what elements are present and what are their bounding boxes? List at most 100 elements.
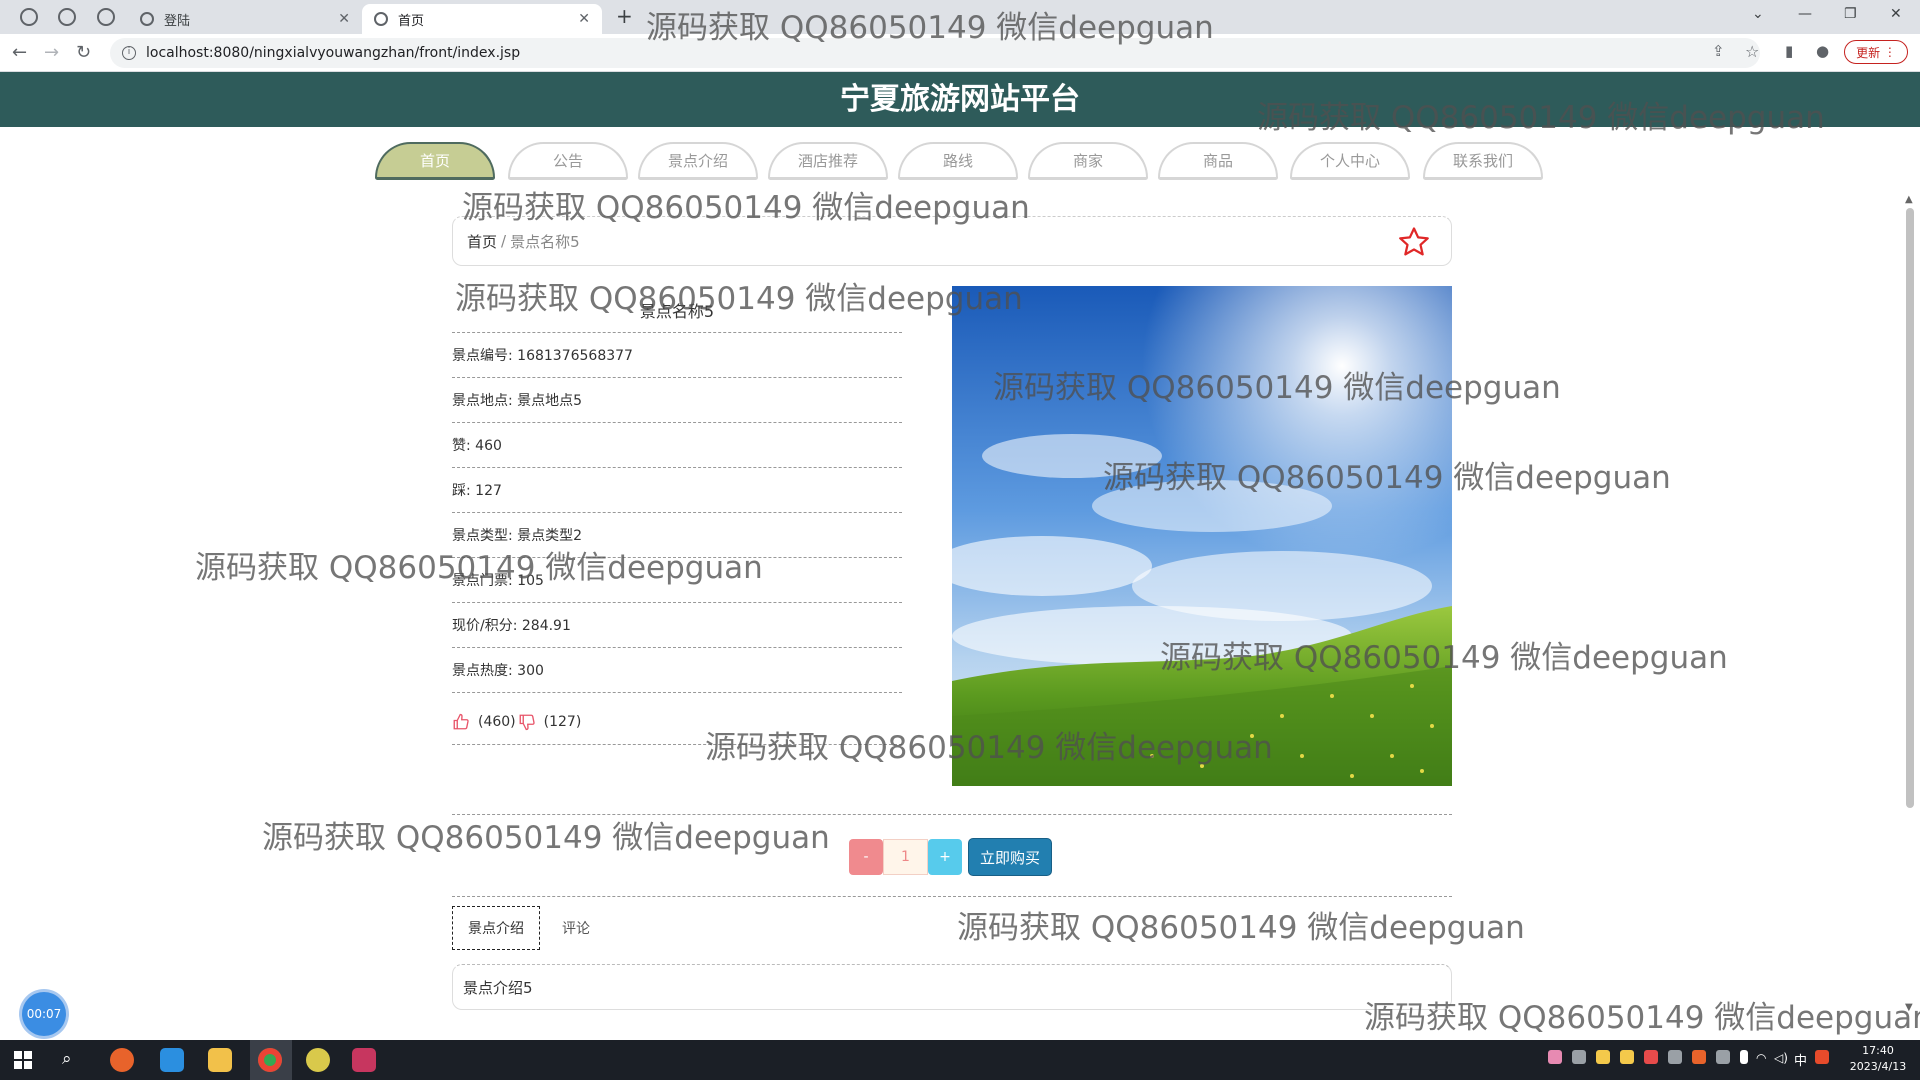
reload-icon[interactable]: ↻ xyxy=(76,42,91,63)
profile-icon[interactable]: ● xyxy=(1816,42,1829,60)
tab-title: 首页 xyxy=(398,13,425,29)
url-text: localhost:8080/ningxialvyouwangzhan/fron… xyxy=(146,45,521,61)
nav-routes[interactable]: 路线 xyxy=(898,142,1018,180)
buy-now-button[interactable]: 立即购买 xyxy=(968,838,1052,876)
info-likes: 赞: 460 xyxy=(452,423,902,468)
volume-icon[interactable]: ◁) xyxy=(1774,1051,1788,1065)
minimize-button[interactable]: — xyxy=(1798,6,1812,22)
info-current-price: 现价/积分: 284.91 xyxy=(452,603,902,648)
divider xyxy=(452,896,1452,897)
share-icon[interactable]: ⇪ xyxy=(1712,42,1725,60)
wifi-icon[interactable]: ◠ xyxy=(1756,1051,1766,1065)
thumbs-down-icon[interactable] xyxy=(518,713,536,731)
tray-icon[interactable] xyxy=(1692,1050,1706,1064)
quantity-controls: - 1 + 立即购买 xyxy=(849,838,1052,876)
chrome-icon[interactable] xyxy=(20,8,38,26)
info-icon[interactable]: i xyxy=(122,46,136,60)
tray-icon[interactable] xyxy=(1548,1050,1562,1064)
breadcrumb-separator: / xyxy=(501,232,507,250)
tab-search-icon[interactable]: ⌄ xyxy=(1752,6,1764,22)
decrease-quantity-button[interactable]: - xyxy=(849,839,883,875)
breadcrumb-home[interactable]: 首页 xyxy=(467,231,497,252)
shield-icon[interactable] xyxy=(1620,1050,1634,1064)
detail-tabs: 景点介绍 评论 xyxy=(452,906,612,950)
update-label: 更新 xyxy=(1856,45,1881,60)
divider xyxy=(452,814,1452,815)
info-dislikes: 踩: 127 xyxy=(452,468,902,513)
nav-personal-center[interactable]: 个人中心 xyxy=(1290,142,1410,180)
breadcrumb-current: 景点名称5 xyxy=(510,232,580,251)
browser-tab-home[interactable]: 首页 ✕ xyxy=(362,4,602,34)
windows-start-icon[interactable] xyxy=(14,1051,32,1069)
recording-timer[interactable]: 00:07 xyxy=(22,992,66,1036)
watermark-text: 源码获取 QQ86050149 微信deepguan xyxy=(262,820,830,856)
scroll-down-arrow[interactable]: ▼ xyxy=(1905,1002,1913,1013)
watermark-text: 源码获取 QQ86050149 微信deepguan xyxy=(957,910,1525,946)
vote-row: (460) (127) xyxy=(452,700,902,745)
battery-icon[interactable] xyxy=(1740,1050,1748,1064)
chrome-icon[interactable] xyxy=(97,8,115,26)
info-attraction-location: 景点地点: 景点地点5 xyxy=(452,378,902,423)
info-ticket-price: 景点门票: 105 xyxy=(452,558,902,603)
tab-comments[interactable]: 评论 xyxy=(540,906,612,950)
tray-icon[interactable] xyxy=(1716,1050,1730,1064)
nav-contact[interactable]: 联系我们 xyxy=(1423,142,1543,180)
tray-icon[interactable] xyxy=(1644,1050,1658,1064)
attraction-intro-content: 景点介绍5 xyxy=(452,964,1452,1010)
update-button[interactable]: 更新 ⋮ xyxy=(1844,40,1908,64)
like-count: (460) xyxy=(478,714,516,730)
site-header: 宁夏旅游网站平台 xyxy=(0,72,1920,127)
intro-text: 景点介绍5 xyxy=(463,978,533,997)
intellij-icon[interactable] xyxy=(352,1048,376,1072)
clock-date: 2023/4/13 xyxy=(1849,1060,1907,1073)
file-explorer-icon[interactable] xyxy=(208,1048,232,1072)
system-clock[interactable]: 17:40 2023/4/13 xyxy=(1838,1043,1918,1075)
tray-icon[interactable] xyxy=(1668,1050,1682,1064)
restore-button[interactable]: ❐ xyxy=(1844,6,1857,22)
browser-tab-bar: 登陆 ✕ 首页 ✕ + ⌄ — ❐ ✕ xyxy=(0,0,1920,34)
nav-home[interactable]: 首页 xyxy=(375,142,495,180)
tab-attraction-intro[interactable]: 景点介绍 xyxy=(452,906,540,950)
nav-announcement[interactable]: 公告 xyxy=(508,142,628,180)
favorite-star-icon[interactable] xyxy=(1397,225,1431,259)
thumbs-up-icon[interactable] xyxy=(452,713,470,731)
scroll-up-arrow[interactable]: ▲ xyxy=(1905,194,1913,205)
input-method-icon[interactable]: 中 xyxy=(1794,1050,1807,1069)
tab-title: 登陆 xyxy=(164,13,191,29)
chrome-icon[interactable] xyxy=(58,8,76,26)
nav-merchants[interactable]: 商家 xyxy=(1028,142,1148,180)
ime-icon[interactable] xyxy=(1815,1050,1829,1064)
app-icon[interactable] xyxy=(306,1048,330,1072)
breadcrumb: 首页 / 景点名称5 xyxy=(452,216,1452,266)
back-icon[interactable]: ← xyxy=(12,42,27,63)
scrollbar-thumb[interactable] xyxy=(1906,208,1914,808)
clock-time: 17:40 xyxy=(1862,1044,1894,1057)
page-scrollbar[interactable]: ▲ ▼ xyxy=(1904,194,1916,1018)
chrome-icon[interactable] xyxy=(258,1048,282,1072)
search-icon[interactable]: ⌕ xyxy=(62,1049,72,1069)
nav-attractions[interactable]: 景点介绍 xyxy=(638,142,758,180)
increase-quantity-button[interactable]: + xyxy=(928,839,962,875)
nav-hotels[interactable]: 酒店推荐 xyxy=(768,142,888,180)
site-title: 宁夏旅游网站平台 xyxy=(840,82,1080,117)
side-panel-icon[interactable]: ▮ xyxy=(1785,42,1793,60)
windows-taskbar: ⌕ ◠ ◁) 中 17:40 2023/4/13 xyxy=(0,1040,1920,1080)
url-field[interactable]: i localhost:8080/ningxialvyouwangzhan/fr… xyxy=(110,38,1760,68)
forward-icon[interactable]: → xyxy=(44,42,59,63)
quantity-input[interactable]: 1 xyxy=(883,839,928,875)
tray-icon[interactable] xyxy=(1596,1050,1610,1064)
attraction-image xyxy=(952,286,1452,786)
close-icon[interactable]: ✕ xyxy=(338,11,350,27)
bookmark-star-icon[interactable]: ☆ xyxy=(1745,42,1759,61)
close-icon[interactable]: ✕ xyxy=(578,11,590,27)
vscode-icon[interactable] xyxy=(160,1048,184,1072)
close-window-button[interactable]: ✕ xyxy=(1890,6,1902,22)
address-bar-row: ← → ↻ i localhost:8080/ningxialvyouwangz… xyxy=(0,34,1920,72)
tray-icon[interactable] xyxy=(1572,1050,1586,1064)
browser-tab-login[interactable]: 登陆 ✕ xyxy=(128,4,362,34)
new-tab-button[interactable]: + xyxy=(616,4,633,28)
firefox-icon[interactable] xyxy=(110,1048,134,1072)
nav-products[interactable]: 商品 xyxy=(1158,142,1278,180)
info-attraction-type: 景点类型: 景点类型2 xyxy=(452,513,902,558)
globe-icon xyxy=(374,12,388,26)
